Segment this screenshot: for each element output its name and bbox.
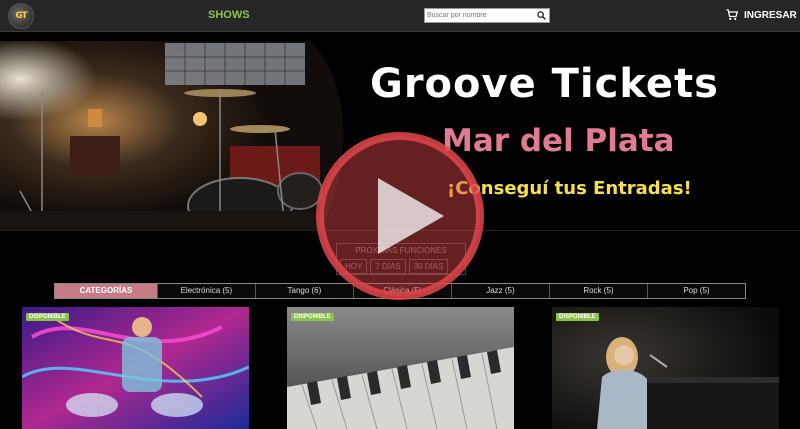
- hero-stage-photo: [0, 41, 344, 230]
- search-icon[interactable]: [537, 11, 546, 20]
- search-input[interactable]: [427, 9, 535, 22]
- category-electronica[interactable]: Electrónica (5): [158, 284, 256, 298]
- play-video-icon[interactable]: [312, 128, 488, 304]
- top-navbar: GT SHOWS INGRESAR: [0, 0, 800, 32]
- nav-shows-link[interactable]: SHOWS: [208, 9, 250, 21]
- categories-header[interactable]: CATEGORÍAS: [55, 284, 158, 298]
- search-box[interactable]: [424, 8, 550, 23]
- logo-text: GT: [15, 11, 27, 21]
- event-card[interactable]: DISPONIBLE: [552, 307, 779, 429]
- login-button[interactable]: INGRESAR: [744, 10, 797, 21]
- hero-title: Groove Tickets: [370, 61, 719, 107]
- event-card[interactable]: DISPONIBLE: [22, 307, 249, 429]
- event-image-singer: [552, 307, 779, 429]
- event-card[interactable]: DISPONIBLE: [287, 307, 514, 429]
- availability-badge: DISPONIBLE: [556, 313, 599, 321]
- category-rock[interactable]: Rock (5): [550, 284, 648, 298]
- cart-icon[interactable]: [726, 9, 738, 21]
- site-logo[interactable]: GT: [8, 3, 34, 29]
- availability-badge: DISPONIBLE: [291, 313, 334, 321]
- category-pop[interactable]: Pop (5): [648, 284, 745, 298]
- event-image-dj: [22, 307, 249, 429]
- event-image-piano: [287, 307, 514, 429]
- availability-badge: DISPONIBLE: [26, 313, 69, 321]
